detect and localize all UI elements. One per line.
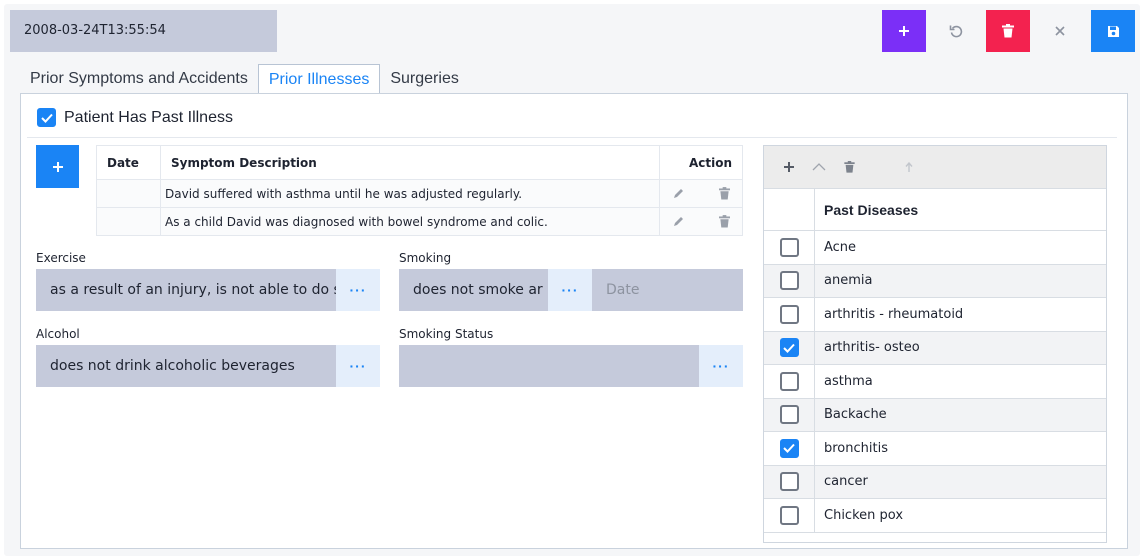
- past-diseases-list: Past Diseases Acne anemia arthritis - rh…: [763, 145, 1107, 543]
- list-item[interactable]: Acne: [764, 231, 1106, 265]
- datetime-display: 2008-03-24T13:55:54: [10, 10, 277, 52]
- list-item[interactable]: bronchitis: [764, 432, 1106, 466]
- list-item[interactable]: arthritis - rheumatoid: [764, 298, 1106, 332]
- plus-icon[interactable]: [774, 157, 804, 177]
- disease-checkbox[interactable]: [779, 304, 799, 324]
- list-item[interactable]: arthritis- osteo: [764, 331, 1106, 365]
- column-header-action: Action: [659, 145, 743, 180]
- exercise-field[interactable]: as a result of an injury, is not able to…: [36, 269, 336, 311]
- past-illness-label: Patient Has Past Illness: [64, 108, 233, 126]
- tab-prior-symptoms[interactable]: Prior Symptoms and Accidents: [20, 64, 258, 94]
- list-item[interactable]: anemia: [764, 264, 1106, 298]
- add-symptom-button[interactable]: [36, 145, 79, 188]
- cell-date: [96, 207, 161, 236]
- header-checkbox-cell: [764, 189, 815, 230]
- cell-description: As a child David was diagnosed with bowe…: [159, 207, 661, 236]
- alcohol-label: Alcohol: [36, 327, 80, 341]
- disease-name: arthritis - rheumatoid: [824, 306, 964, 322]
- column-header-description[interactable]: Symptom Description: [159, 145, 661, 180]
- disease-checkbox[interactable]: [779, 371, 799, 391]
- chevron-up-icon[interactable]: [804, 157, 834, 177]
- disease-name: Chicken pox: [824, 507, 904, 523]
- exercise-more-button[interactable]: ···: [336, 269, 380, 311]
- disease-checkbox[interactable]: [779, 438, 799, 458]
- cell-description: David suffered with asthma until he was …: [159, 179, 661, 208]
- tab-prior-illnesses[interactable]: Prior Illnesses: [257, 64, 381, 94]
- trash-icon[interactable]: [714, 213, 734, 231]
- disease-rows: Acne anemia arthritis - rheumatoid arthr…: [764, 231, 1106, 533]
- undo-button[interactable]: [934, 10, 978, 52]
- alcohol-more-button[interactable]: ···: [336, 345, 380, 387]
- disease-checkbox[interactable]: [779, 338, 799, 358]
- more-icon: ···: [712, 358, 730, 374]
- column-header-date[interactable]: Date: [96, 145, 161, 180]
- disease-name: arthritis- osteo: [824, 340, 920, 356]
- plus-icon: [52, 161, 63, 172]
- cell-actions: [659, 207, 743, 236]
- list-item[interactable]: Backache: [764, 398, 1106, 432]
- smoking-more-button[interactable]: ···: [548, 269, 592, 311]
- smoking-label: Smoking: [399, 251, 452, 265]
- disease-checkbox[interactable]: [779, 505, 799, 525]
- close-button[interactable]: [1038, 10, 1082, 52]
- tab-surgeries[interactable]: Surgeries: [380, 64, 468, 94]
- disease-name: asthma: [824, 373, 873, 389]
- more-icon: ···: [561, 282, 579, 298]
- trash-icon: [1002, 24, 1014, 38]
- disease-checkbox[interactable]: [779, 472, 799, 492]
- list-toolbar: [764, 146, 1106, 189]
- arrow-up-icon[interactable]: [894, 157, 924, 177]
- list-item[interactable]: Chicken pox: [764, 499, 1106, 533]
- cell-actions: [659, 179, 743, 208]
- table-row[interactable]: As a child David was diagnosed with bowe…: [96, 207, 743, 236]
- smoking-status-more-button[interactable]: ···: [699, 345, 743, 387]
- undo-icon: [949, 25, 963, 38]
- check-icon: [40, 113, 53, 123]
- table-row[interactable]: David suffered with asthma until he was …: [96, 179, 743, 208]
- edit-icon[interactable]: [668, 213, 688, 231]
- disease-checkbox[interactable]: [779, 405, 799, 425]
- past-illness-row: Patient Has Past Illness: [27, 98, 1117, 138]
- past-illness-checkbox[interactable]: [37, 108, 56, 127]
- tab-bar: Prior Symptoms and Accidents Prior Illne…: [20, 64, 469, 94]
- trash-icon[interactable]: [714, 185, 734, 203]
- close-icon: [1055, 26, 1065, 36]
- save-icon: [1107, 25, 1119, 37]
- list-item[interactable]: cancer: [764, 465, 1106, 499]
- plus-icon: [899, 26, 909, 36]
- delete-button[interactable]: [986, 10, 1030, 52]
- cell-date: [96, 179, 161, 208]
- trash-icon[interactable]: [834, 157, 864, 177]
- edit-icon[interactable]: [668, 185, 688, 203]
- past-diseases-title[interactable]: Past Diseases: [815, 189, 918, 230]
- more-icon: ···: [349, 358, 367, 374]
- smoking-date-field[interactable]: Date: [592, 269, 743, 311]
- disease-name: cancer: [824, 474, 868, 490]
- save-button[interactable]: [1091, 10, 1135, 52]
- alcohol-field[interactable]: does not drink alcoholic beverages: [36, 345, 336, 387]
- symptoms-table: Date Symptom Description Action David su…: [96, 145, 743, 236]
- disease-name: bronchitis: [824, 440, 888, 456]
- smoking-status-label: Smoking Status: [399, 327, 494, 341]
- smoking-field[interactable]: does not smoke ar: [399, 269, 548, 311]
- exercise-label: Exercise: [36, 251, 86, 265]
- disease-checkbox[interactable]: [779, 271, 799, 291]
- disease-name: Backache: [824, 407, 887, 423]
- disease-name: Acne: [824, 239, 857, 255]
- disease-name: anemia: [824, 273, 873, 289]
- more-icon: ···: [349, 282, 367, 298]
- check-icon: [783, 444, 795, 454]
- list-header: Past Diseases: [764, 189, 1106, 231]
- add-button[interactable]: [882, 10, 926, 52]
- disease-checkbox[interactable]: [779, 237, 799, 257]
- smoking-status-field[interactable]: [399, 345, 699, 387]
- list-item[interactable]: asthma: [764, 365, 1106, 399]
- check-icon: [783, 343, 795, 353]
